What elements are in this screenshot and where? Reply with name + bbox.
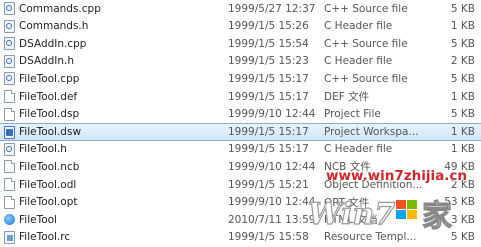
- file-type: Object Definition...: [324, 178, 423, 191]
- file-type: Resource Templ...: [324, 231, 417, 244]
- header-file-icon: header-file-icon: [4, 19, 15, 33]
- file-row[interactable]: header-file-icon FileTool.h 1999/1/5 15:17…: [0, 141, 481, 158]
- file-date: 1999/1/5 15:58: [228, 231, 309, 244]
- file-date: 2010/7/11 13:59: [228, 213, 316, 226]
- file-list: cpp-file-icon Commands.cpp 1999/5/27 12:37…: [0, 0, 481, 247]
- file-size: 1 KB: [450, 20, 475, 33]
- file-name: FileTool.h: [19, 143, 67, 156]
- file-type: C Header file: [324, 20, 393, 33]
- file-row[interactable]: file-icon FileTool.odl 1999/1/5 15:21 Objec…: [0, 176, 481, 193]
- file-name: FileTool.def: [19, 90, 78, 103]
- file-size: 5 KB: [450, 231, 475, 244]
- file-name: FileTool.odl: [19, 178, 77, 191]
- file-size: 5 KB: [450, 72, 475, 85]
- file-size: 2 KB: [450, 178, 475, 191]
- file-type: C++ Source file: [324, 37, 408, 50]
- file-date: 1999/5/27 12:37: [228, 2, 316, 15]
- file-date: 1999/9/10 12:44: [228, 108, 316, 121]
- file-name: DSAddIn.h: [19, 55, 75, 68]
- file-date: 1999/1/5 15:23: [228, 55, 309, 68]
- file-name: FileTool: [19, 213, 57, 226]
- file-date: 1999/9/10 12:44: [228, 196, 316, 209]
- file-name: FileTool.ncb: [19, 160, 80, 173]
- file-name: DSAddIn.cpp: [19, 37, 87, 50]
- file-date: 1999/1/5 15:17: [228, 90, 309, 103]
- file-date: 1999/1/5 15:17: [228, 126, 309, 139]
- file-type: Project File: [324, 108, 381, 121]
- file-row[interactable]: file-icon FileTool.def 1999/1/5 15:17 DEF 文…: [0, 88, 481, 105]
- file-size: 5 KB: [450, 2, 475, 15]
- file-type: C++ Source file: [324, 72, 408, 85]
- html-file-icon: html-file-icon: [4, 213, 15, 227]
- file-row[interactable]: header-file-icon DSAddIn.h 1999/1/5 15:23 C…: [0, 53, 481, 70]
- file-icon: file-icon: [4, 195, 15, 209]
- file-date: 1999/1/5 15:21: [228, 178, 309, 191]
- file-size: 3 KB: [450, 213, 475, 226]
- file-size: 1 KB: [450, 143, 475, 156]
- file-date: 1999/1/5 15:26: [228, 20, 309, 33]
- file-size: 5 KB: [450, 108, 475, 121]
- file-icon: file-icon: [4, 107, 15, 121]
- file-type: Project Workspa...: [324, 126, 419, 139]
- file-size: 2 KB: [450, 55, 475, 68]
- file-size: 49 KB: [444, 160, 475, 173]
- workspace-file-icon: workspace-file-icon: [4, 125, 15, 139]
- header-file-icon: header-file-icon: [4, 142, 15, 156]
- file-icon: file-icon: [4, 160, 15, 174]
- file-row[interactable]: file-icon FileTool.opt 1999/9/10 12:44 OPT …: [0, 194, 481, 211]
- file-row[interactable]: html-file-icon FileTool 2010/7/11 13:59 HTM…: [0, 211, 481, 228]
- file-date: 1999/9/10 12:44: [228, 160, 316, 173]
- file-name: FileTool.opt: [19, 196, 78, 209]
- file-type: OPT 文件: [324, 196, 370, 209]
- file-name: FileTool.cpp: [19, 72, 80, 85]
- file-type: C Header file: [324, 143, 393, 156]
- file-type: HTML 文档: [324, 214, 378, 227]
- file-row[interactable]: workspace-file-icon FileTool.dsw 1999/1/5 …: [0, 123, 481, 142]
- file-name: Commands.h: [19, 20, 89, 33]
- file-date: 1999/1/5 15:54: [228, 37, 309, 50]
- file-icon: file-icon: [4, 90, 15, 103]
- file-name: Commands.cpp: [19, 2, 101, 15]
- file-row[interactable]: resource-file-icon FileTool.rc 1999/1/5 15…: [0, 229, 481, 246]
- file-size: 5 KB: [450, 37, 475, 50]
- cpp-file-icon: cpp-file-icon: [4, 72, 15, 86]
- file-date: 1999/1/5 15:17: [228, 143, 309, 156]
- file-type: C Header file: [324, 55, 393, 68]
- cpp-file-icon: cpp-file-icon: [4, 2, 15, 15]
- file-row[interactable]: cpp-file-icon DSAddIn.cpp 1999/1/5 15:54 C+…: [0, 35, 481, 52]
- file-name: FileTool.dsw: [19, 126, 82, 139]
- file-name: FileTool.rc: [19, 231, 71, 244]
- file-size: 1 KB: [450, 126, 475, 139]
- file-date: 1999/1/5 15:17: [228, 72, 309, 85]
- file-size: 1 KB: [450, 90, 475, 103]
- file-type: NCB 文件: [324, 161, 371, 174]
- file-icon: file-icon: [4, 178, 15, 191]
- header-file-icon: header-file-icon: [4, 54, 15, 68]
- file-row[interactable]: header-file-icon Commands.h 1999/1/5 15:26…: [0, 18, 481, 35]
- file-type: DEF 文件: [324, 91, 370, 103]
- file-type: C++ Source file: [324, 2, 408, 15]
- file-name: FileTool.dsp: [19, 108, 80, 121]
- file-row[interactable]: cpp-file-icon Commands.cpp 1999/5/27 12:37…: [0, 0, 481, 17]
- file-row[interactable]: cpp-file-icon FileTool.cpp 1999/1/5 15:17 C…: [0, 70, 481, 87]
- file-size: 53 KB: [444, 196, 475, 209]
- cpp-file-icon: cpp-file-icon: [4, 37, 15, 51]
- resource-file-icon: resource-file-icon: [4, 230, 15, 244]
- file-row[interactable]: file-icon FileTool.dsp 1999/9/10 12:44 Proj…: [0, 106, 481, 123]
- file-row[interactable]: file-icon FileTool.ncb 1999/9/10 12:44 NCB …: [0, 158, 481, 175]
